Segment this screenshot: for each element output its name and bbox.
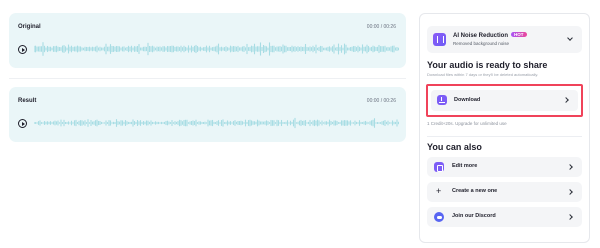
download-button[interactable]: Download bbox=[431, 90, 578, 111]
download-icon bbox=[437, 95, 447, 105]
plus-icon: + bbox=[436, 186, 442, 196]
download-highlight: Download bbox=[426, 84, 583, 117]
chevron-right-icon bbox=[567, 189, 573, 195]
chevron-right-icon bbox=[567, 164, 573, 170]
original-audio-card: Original 00:00 / 00:26 bbox=[9, 13, 406, 68]
download-label: Download bbox=[454, 97, 481, 103]
create-new-label: Create a new one bbox=[452, 188, 498, 194]
create-new-button[interactable]: + Create a new one bbox=[427, 182, 582, 202]
original-play-button[interactable] bbox=[18, 45, 27, 54]
also-title: You can also bbox=[427, 142, 482, 152]
result-audio-card: Result 00:00 / 00:26 bbox=[9, 87, 406, 142]
tool-selector[interactable]: AI Noise Reduction HOT Removed background… bbox=[427, 26, 582, 53]
panel-divider bbox=[427, 136, 582, 137]
result-play-button[interactable] bbox=[18, 119, 27, 128]
join-discord-label: Join our Discord bbox=[452, 213, 496, 219]
discord-icon bbox=[434, 212, 444, 222]
share-panel: AI Noise Reduction HOT Removed background… bbox=[419, 13, 590, 243]
result-time: 00:00 / 00:26 bbox=[366, 98, 396, 104]
chevron-right-icon bbox=[567, 214, 573, 220]
result-waveform[interactable] bbox=[34, 113, 399, 133]
original-title: Original bbox=[18, 24, 41, 30]
chevron-down-icon bbox=[567, 35, 573, 41]
tool-name: AI Noise Reduction HOT bbox=[453, 32, 527, 39]
noise-reduction-icon bbox=[433, 33, 446, 46]
edit-more-button[interactable]: Edit more bbox=[427, 157, 582, 177]
edit-more-label: Edit more bbox=[452, 163, 478, 169]
credit-note: 1 Credit+20s. Upgrade for unlimited use bbox=[427, 121, 507, 126]
edit-icon bbox=[434, 162, 444, 172]
share-title: Your audio is ready to share bbox=[427, 60, 548, 70]
result-title: Result bbox=[18, 98, 37, 104]
section-divider bbox=[9, 78, 406, 79]
chevron-right-icon bbox=[563, 97, 569, 103]
share-note: Download files within 7 days or they'll … bbox=[427, 72, 539, 77]
hot-badge: HOT bbox=[511, 32, 527, 37]
original-waveform[interactable] bbox=[34, 39, 399, 59]
tool-name-label: AI Noise Reduction bbox=[453, 33, 509, 39]
tool-description: Removed background noise bbox=[453, 41, 510, 46]
join-discord-button[interactable]: Join our Discord bbox=[427, 207, 582, 227]
original-time: 00:00 / 00:26 bbox=[366, 24, 396, 30]
